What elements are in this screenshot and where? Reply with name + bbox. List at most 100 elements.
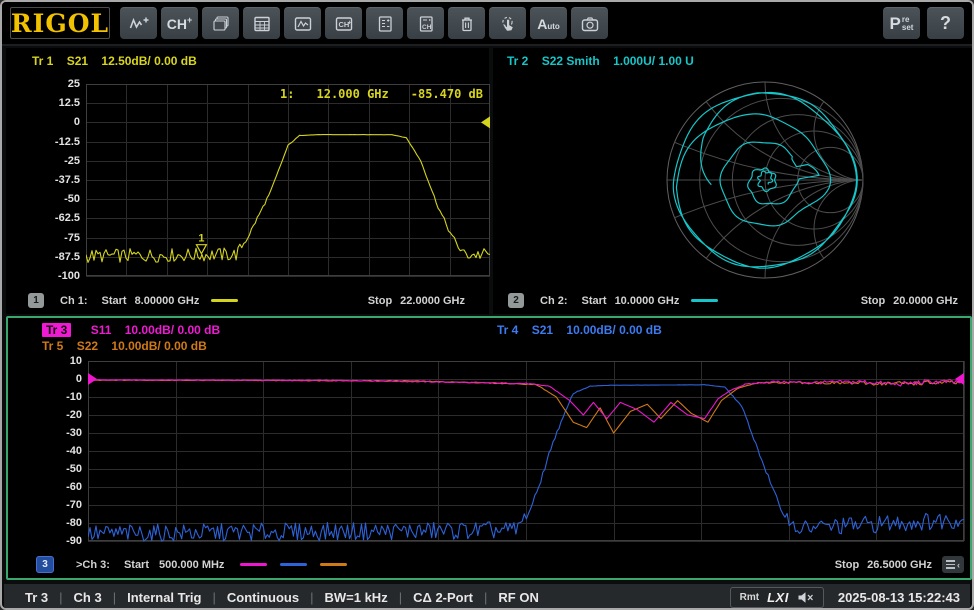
y-tick-label: -70 [26,498,82,512]
channel-add-label: CH+ [167,16,193,31]
trace4-header[interactable]: Tr 4 S21 10.00dB/ 0.00 dB [497,323,672,337]
window-layout-icon [211,15,231,33]
toolbar-buttons: CH+ CH+ CH Auto [120,7,608,39]
trace4-swatch [280,563,307,566]
svg-text:1: 1 [198,233,204,245]
trace2-swatch [691,299,718,302]
toolbar-button-trace-add[interactable] [120,7,157,39]
status-item-continuous: Continuous [216,590,310,605]
trace3-header[interactable]: Tr 3 S11 10.00dB/ 0.00 dB [42,323,230,337]
help-icon: ? [940,13,951,34]
ch2-stop-label: Stop [861,295,885,307]
ch1-stop-value: 22.0000 GHz [400,295,465,307]
preset-button[interactable]: P reset [883,7,920,39]
status-item-internal-trig: Internal Trig [116,590,212,605]
speaker-muted-icon[interactable] [797,591,814,604]
toolbar-button-touch[interactable] [489,7,526,39]
ch2-start-label: Start [582,295,607,307]
toolbar-button-save-channel-list[interactable]: CH [407,7,444,39]
status-item-c-2-port: CΔ 2-Port [402,590,484,605]
y-tick-label: -80 [26,516,82,530]
toolbar-button-channel-window[interactable]: CH+ [325,7,362,39]
y-tick-label: -100 [24,269,80,283]
status-item-ch-3: Ch 3 [63,590,113,605]
trace4-scale: 10.00dB/ 0.00 dB [566,323,661,337]
toolbar-button-window-layout[interactable] [202,7,239,39]
ch3-footer: 3 >Ch 3: Start 500.000 MHz Stop 26.5000 … [8,556,970,573]
ch2-start-value: 10.0000 GHz [615,295,680,307]
channel3-window-active[interactable]: Tr 3 S11 10.00dB/ 0.00 dB Tr 4 S21 10.00… [6,316,972,580]
ch1-stop-label: Stop [368,295,392,307]
y-tick-label: -50 [24,192,80,206]
trace3-swatch [240,563,267,566]
trace5-param: S22 [77,339,98,353]
toolbar-button-channel-add[interactable]: CH+ [161,7,198,39]
channel1-window[interactable]: Tr 1 S21 12.50dB/ 0.00 dB 2512.50-12.5-2… [6,48,489,314]
trace3-label-highlighted: Tr 3 [42,323,71,337]
ch1-start-value: 8.00000 GHz [135,295,200,307]
ch3-start-value: 500.000 MHz [159,559,224,571]
ch1-start-label: Start [102,295,127,307]
ch1-badge[interactable]: 1 [28,293,44,308]
screenshot-icon [580,15,600,33]
channel2-window[interactable]: Tr 2 S22 Smith 1.000U/ 1.00 U 2 Ch 2: St… [493,48,972,314]
menu-collapse-icon[interactable]: ‹ [942,556,964,573]
save-trace-list-icon [375,15,395,33]
y-tick-label: 25 [24,77,80,91]
ch3-plot[interactable] [88,361,965,542]
status-right: Rmt LXI 2025-08-13 15:22:43 [730,587,960,608]
ch2-footer: 2 Ch 2: Start 10.0000 GHz Stop 20.0000 G… [493,292,972,309]
help-button[interactable]: ? [927,7,964,39]
rigol-logo: RIGOL [10,7,110,39]
remote-indicator: Rmt [740,592,759,603]
toolbar-button-save-trace-list[interactable] [366,7,403,39]
ch3-badge-active[interactable]: 3 [36,556,54,573]
meas-setup-icon [252,15,272,33]
trace4-label: Tr 4 [497,323,518,337]
auto-scale-label: Auto [537,17,560,31]
y-tick-label: 0 [24,115,80,129]
trace5-swatch [320,563,347,566]
trace1-swatch [211,299,238,302]
status-items: Tr 3|Ch 3|Internal Trig|Continuous|BW=1 … [14,590,550,605]
y-tick-label: -40 [26,444,82,458]
trace1-header[interactable]: Tr 1 S21 12.50dB/ 0.00 dB [32,54,207,68]
ch3-stop-value: 26.5000 GHz [867,559,932,571]
ch1-label: Ch 1: [60,295,88,307]
trace5-header[interactable]: Tr 5 S22 10.00dB/ 0.00 dB [42,339,217,353]
trace5-scale: 10.00dB/ 0.00 dB [111,339,206,353]
ch2-stop-value: 20.0000 GHz [893,295,958,307]
y-tick-label: -62.5 [24,211,80,225]
ch3-start-label: Start [124,559,149,571]
status-item-rf-on: RF ON [487,590,549,605]
toolbar-button-auto-scale[interactable]: Auto [530,7,567,39]
y-tick-label: -50 [26,462,82,476]
trace1-label: Tr 1 [32,54,53,68]
ch1-plot[interactable]: 1 [86,84,490,277]
trace5-label: Tr 5 [42,339,63,353]
toolbar-button-trace-window[interactable] [284,7,321,39]
y-tick-label: -87.5 [24,250,80,264]
touch-icon [498,15,518,33]
vna-screen: RIGOL CH+ CH+ CH Auto P reset ? Tr 1 S21 12… [0,0,974,610]
trace3-scale: 10.00dB/ 0.00 dB [125,323,220,337]
toolbar-right: P reset ? [883,7,964,39]
y-tick-label: -60 [26,480,82,494]
toolbar-button-delete[interactable] [448,7,485,39]
marker1-value: -85.470 dB [411,87,483,101]
ch3-label: >Ch 3: [76,559,110,571]
y-tick-label: -12.5 [24,135,80,149]
ch2-badge[interactable]: 2 [508,293,524,308]
remote-lxi-pill[interactable]: Rmt LXI [730,587,824,608]
lxi-logo: LXI [767,590,789,605]
trace-add-icon [129,15,149,33]
ch2-smith-chart[interactable] [493,48,972,288]
y-tick-label: 10 [26,354,82,368]
toolbar-button-screenshot[interactable] [571,7,608,39]
y-tick-label: -75 [24,231,80,245]
ch1-footer: 1 Ch 1: Start 8.00000 GHz Stop 22.0000 G… [6,292,489,309]
delete-icon [457,15,477,33]
toolbar-button-meas-setup[interactable] [243,7,280,39]
y-tick-label: -30 [26,426,82,440]
marker1-freq: 12.000 GHz [317,87,389,101]
